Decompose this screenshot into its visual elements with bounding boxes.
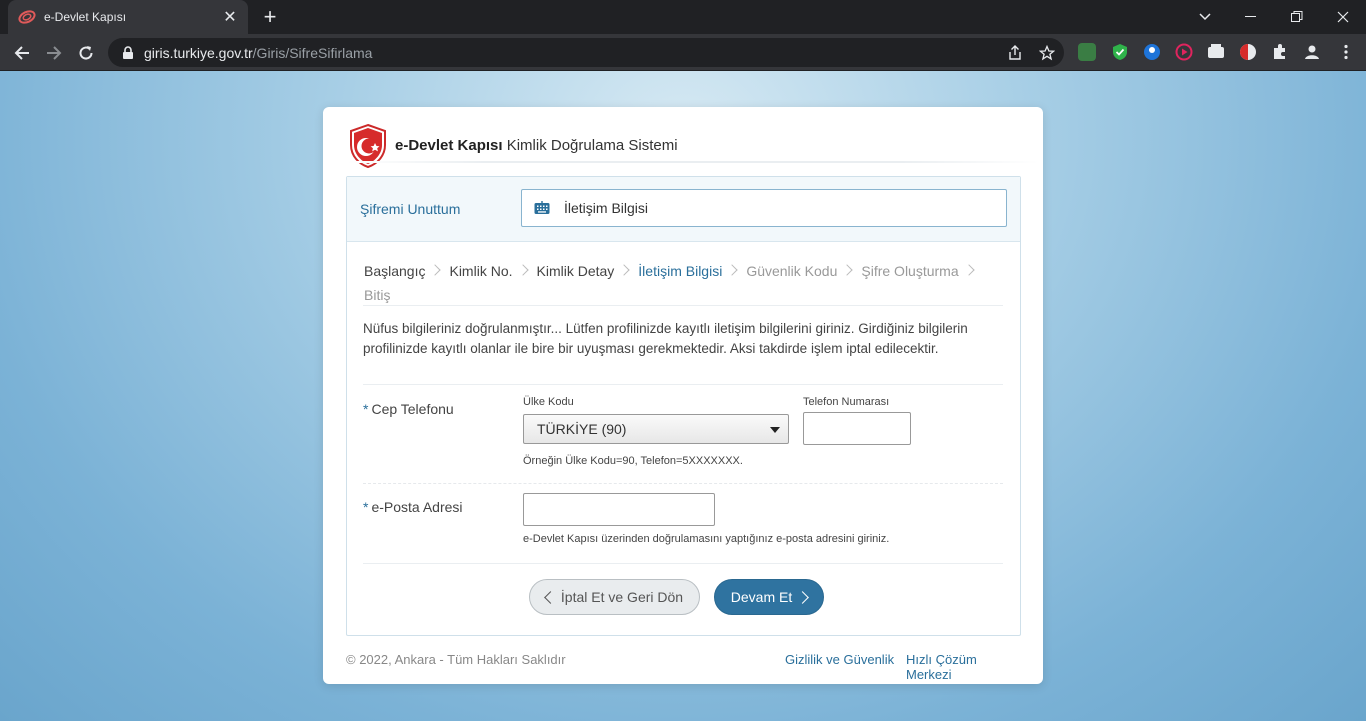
browser-tab-bar: e-Devlet Kapısı ✕ +	[0, 0, 1366, 34]
panel-header: Şifremi Unuttum İletişim Bilgisi	[347, 177, 1020, 242]
star-icon[interactable]	[1038, 45, 1056, 61]
brand-subtitle: Kimlik Doğrulama Sistemi	[502, 137, 678, 154]
url-host: giris.turkiye.gov.tr	[144, 44, 253, 61]
close-window-icon[interactable]	[1320, 0, 1366, 34]
step-breadcrumb: Başlangıç Kimlik No. Kimlik Detay İletişim …	[364, 259, 1004, 307]
info-text: Nüfus bilgileriniz doğrulanmıştır... Lüt…	[363, 321, 968, 356]
required-mark: *	[363, 499, 369, 515]
step-sifre-olusturma: Şifre Oluşturma	[861, 263, 959, 279]
country-code-select[interactable]: TÜRKİYE (90)	[523, 414, 789, 444]
email-label: * e-Posta Adresi	[363, 499, 463, 515]
divider	[363, 483, 1003, 484]
brand-title: e-Devlet Kapısı Kimlik Doğrulama Sistemi	[395, 137, 678, 154]
step-kimlik-no: Kimlik No.	[449, 263, 513, 279]
privacy-link[interactable]: Gizlilik ve Güvenlik	[785, 652, 894, 667]
browser-toolbar: giris.turkiye.gov.tr/Giris/SifreSifirlam…	[0, 34, 1366, 71]
chevron-right-icon	[429, 264, 442, 276]
share-icon[interactable]	[1006, 45, 1024, 61]
tab-search-icon[interactable]	[1182, 0, 1228, 34]
keyboard-icon	[534, 201, 550, 214]
cancel-back-button[interactable]: İptal Et ve Geri Dön	[529, 579, 700, 615]
phone-number-label: Telefon Numarası	[803, 396, 890, 408]
extension-icon-3[interactable]	[1143, 43, 1161, 61]
cancel-back-label: İptal Et ve Geri Dön	[560, 589, 684, 605]
header-divider	[347, 161, 1039, 163]
forward-arrow-icon[interactable]	[40, 39, 68, 67]
url-path: /Giris/SifreSifirlama	[252, 44, 373, 61]
chevron-right-icon	[516, 264, 529, 276]
puzzle-icon[interactable]	[1271, 43, 1289, 61]
step-baslangic: Başlangıç	[364, 263, 426, 279]
step-guvenlik-kodu: Güvenlik Kodu	[746, 263, 838, 279]
panel-title: Şifremi Unuttum	[360, 201, 461, 217]
chevron-right-icon	[796, 590, 810, 604]
chevron-right-icon	[618, 264, 630, 276]
tab-title: e-Devlet Kapısı	[44, 10, 127, 24]
phone-label-text: Cep Telefonu	[371, 401, 454, 417]
back-arrow-icon[interactable]	[8, 39, 36, 67]
login-card: e-Devlet Kapısı Kimlik Doğrulama Sistemi…	[323, 107, 1043, 684]
restore-icon[interactable]	[1274, 0, 1320, 34]
divider	[363, 305, 1003, 306]
browser-tab[interactable]: e-Devlet Kapısı ✕	[8, 0, 248, 34]
chevron-left-icon	[544, 590, 557, 604]
continue-button[interactable]: Devam Et	[714, 579, 824, 615]
email-hint: e-Devlet Kapısı üzerinden doğrulamasını …	[523, 533, 890, 545]
copyright-text: © 2022, Ankara - Tüm Hakları Saklıdır	[346, 652, 566, 667]
extension-icon-5[interactable]	[1207, 43, 1225, 61]
address-bar[interactable]: giris.turkiye.gov.tr/Giris/SifreSifirlam…	[108, 38, 1064, 67]
email-label-text: e-Posta Adresi	[371, 499, 463, 515]
form-panel: Şifremi Unuttum İletişim Bilgisi Başlang…	[346, 176, 1021, 636]
dropdown-caret-icon	[770, 427, 780, 433]
profile-icon[interactable]	[1303, 43, 1321, 61]
country-code-label: Ülke Kodu	[523, 396, 574, 408]
step-bitis: Bitiş	[364, 287, 391, 303]
required-mark: *	[363, 401, 369, 417]
divider	[363, 563, 1003, 564]
extension-icon-6[interactable]	[1239, 43, 1257, 61]
current-step-box: İletişim Bilgisi	[521, 189, 1007, 227]
extension-icon-1[interactable]	[1078, 43, 1096, 61]
chevron-right-icon	[726, 264, 738, 276]
chevron-right-icon	[962, 264, 975, 276]
current-step-label: İletişim Bilgisi	[564, 200, 649, 216]
page-background: e-Devlet Kapısı Kimlik Doğrulama Sistemi…	[0, 71, 1366, 721]
country-code-value: TÜRKİYE (90)	[537, 421, 627, 437]
lock-icon	[123, 45, 133, 59]
help-center-link[interactable]: Hızlı Çözüm Merkezi	[906, 652, 1021, 682]
close-tab-icon[interactable]: ✕	[222, 7, 238, 27]
email-input[interactable]	[523, 493, 715, 526]
phone-hint: Örneğin Ülke Kodu=90, Telefon=5XXXXXXX.	[523, 455, 743, 467]
step-kimlik-detay: Kimlik Detay	[536, 263, 615, 279]
divider	[363, 384, 1003, 385]
edevlet-favicon	[18, 10, 36, 24]
step-iletisim-bilgisi: İletişim Bilgisi	[638, 263, 723, 279]
continue-label: Devam Et	[730, 589, 793, 605]
new-tab-button[interactable]: +	[258, 4, 282, 30]
menu-dots-icon[interactable]	[1337, 43, 1355, 61]
reload-icon[interactable]	[72, 39, 100, 67]
brand-bold: e-Devlet Kapısı	[395, 137, 503, 154]
chevron-right-icon	[841, 264, 854, 276]
card-header: e-Devlet Kapısı Kimlik Doğrulama Sistemi	[323, 107, 1043, 169]
video-extension-icon[interactable]	[1175, 43, 1193, 61]
shield-extension-icon[interactable]	[1111, 43, 1129, 61]
phone-number-input[interactable]	[803, 412, 911, 445]
minimize-icon[interactable]	[1228, 0, 1274, 34]
phone-label: * Cep Telefonu	[363, 401, 454, 417]
